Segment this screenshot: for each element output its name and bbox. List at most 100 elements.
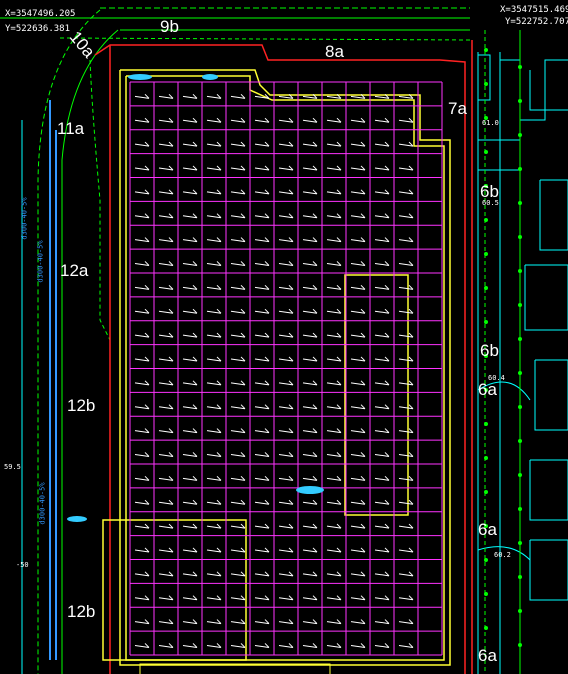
flow-arrow bbox=[278, 332, 294, 338]
red-boundary bbox=[94, 40, 473, 674]
flow-arrow bbox=[278, 428, 294, 434]
zone-label-8a: 8a bbox=[325, 42, 344, 61]
flow-arrow bbox=[350, 141, 366, 147]
flow-arrow bbox=[278, 547, 294, 553]
flow-arrow bbox=[326, 308, 342, 314]
flow-arrow bbox=[254, 165, 270, 171]
flow-arrow bbox=[326, 284, 342, 290]
flow-arrow bbox=[254, 571, 270, 577]
flow-arrow bbox=[134, 643, 150, 648]
flow-arrow bbox=[254, 237, 270, 243]
cad-drawing-canvas[interactable]: X=3547496.205 Y=522636.381 X=3547515.469… bbox=[0, 0, 568, 674]
flow-arrow bbox=[206, 499, 222, 505]
flow-arrow bbox=[206, 117, 222, 123]
flow-arrow bbox=[398, 547, 414, 553]
flow-arrow bbox=[206, 380, 222, 386]
flow-arrow bbox=[134, 189, 150, 195]
flow-arrow bbox=[374, 117, 390, 123]
flow-arrow bbox=[398, 165, 414, 171]
flow-arrow bbox=[182, 428, 198, 434]
flow-arrow bbox=[206, 547, 222, 553]
flow-arrow bbox=[206, 308, 222, 314]
flow-arrow bbox=[230, 261, 246, 266]
flow-arrow bbox=[230, 619, 246, 625]
flow-arrow bbox=[206, 643, 222, 648]
pipe-label-2: d300-40-5% bbox=[36, 240, 45, 283]
flow-arrow bbox=[230, 595, 246, 601]
flow-arrow bbox=[350, 619, 366, 625]
flow-arrow bbox=[254, 499, 270, 505]
flow-arrow bbox=[206, 237, 222, 243]
flow-arrow bbox=[326, 189, 342, 195]
flow-arrow bbox=[398, 428, 414, 434]
flow-arrow bbox=[158, 261, 174, 266]
flow-arrow bbox=[350, 117, 366, 123]
flow-arrow bbox=[134, 237, 150, 243]
flow-arrow bbox=[326, 356, 342, 362]
flow-arrow bbox=[182, 595, 198, 601]
flow-arrow bbox=[254, 332, 270, 338]
flow-arrow bbox=[350, 213, 366, 219]
flow-arrow bbox=[158, 595, 174, 601]
flow-arrow bbox=[158, 237, 174, 243]
flow-arrow bbox=[374, 428, 390, 434]
flow-arrow bbox=[302, 643, 318, 648]
flow-arrow bbox=[302, 213, 318, 219]
flow-arrow bbox=[134, 619, 150, 625]
flow-arrow bbox=[134, 571, 150, 577]
flow-arrow bbox=[134, 499, 150, 505]
flow-arrow bbox=[326, 452, 342, 457]
flow-arrow bbox=[182, 117, 198, 123]
flow-arrow bbox=[230, 452, 246, 457]
flow-arrow bbox=[254, 547, 270, 553]
flow-arrow bbox=[134, 452, 150, 457]
flow-arrow bbox=[254, 261, 270, 266]
zone-label-11a: 11a bbox=[57, 119, 85, 138]
flow-arrow bbox=[230, 213, 246, 219]
flow-arrow bbox=[254, 404, 270, 410]
flow-arrow bbox=[350, 308, 366, 314]
flow-arrow bbox=[398, 380, 414, 386]
flow-arrow bbox=[230, 117, 246, 123]
flow-arrow bbox=[182, 571, 198, 577]
zone-label-12a: 12a bbox=[60, 261, 89, 280]
flow-arrow bbox=[254, 619, 270, 625]
flow-arrow bbox=[374, 523, 390, 529]
flow-arrow bbox=[278, 523, 294, 529]
flow-arrow bbox=[398, 404, 414, 410]
flow-arrow bbox=[278, 643, 294, 648]
flow-arrow bbox=[230, 93, 246, 99]
flow-arrow bbox=[134, 404, 150, 410]
flow-arrow bbox=[398, 284, 414, 290]
flow-arrow bbox=[374, 213, 390, 219]
flow-arrow bbox=[206, 261, 222, 266]
flow-arrow bbox=[350, 475, 366, 481]
flow-arrow bbox=[134, 93, 150, 99]
flow-arrow bbox=[278, 356, 294, 362]
flow-arrow bbox=[374, 189, 390, 195]
flow-arrow bbox=[302, 571, 318, 577]
flow-arrow bbox=[254, 189, 270, 195]
flow-arrow bbox=[182, 141, 198, 147]
flow-arrow bbox=[206, 93, 222, 99]
flow-arrow bbox=[302, 547, 318, 553]
flow-arrow bbox=[278, 380, 294, 386]
flow-arrow bbox=[398, 499, 414, 505]
flow-arrow bbox=[374, 643, 390, 648]
flow-arrow bbox=[158, 404, 174, 410]
flow-arrow bbox=[374, 332, 390, 338]
flow-arrow bbox=[230, 237, 246, 243]
flow-arrow bbox=[254, 380, 270, 386]
flow-arrow bbox=[182, 499, 198, 505]
flow-arrow bbox=[398, 213, 414, 219]
flow-arrow bbox=[350, 404, 366, 410]
flow-arrow bbox=[302, 499, 318, 505]
pipe-label-3: d300-40-5% bbox=[38, 482, 47, 525]
flow-arrow bbox=[326, 141, 342, 147]
flow-arrow bbox=[302, 141, 318, 147]
flow-arrow bbox=[230, 141, 246, 147]
flow-arrow bbox=[206, 356, 222, 362]
flow-arrow bbox=[134, 213, 150, 219]
flow-arrow bbox=[278, 452, 294, 457]
flow-arrow bbox=[230, 308, 246, 314]
